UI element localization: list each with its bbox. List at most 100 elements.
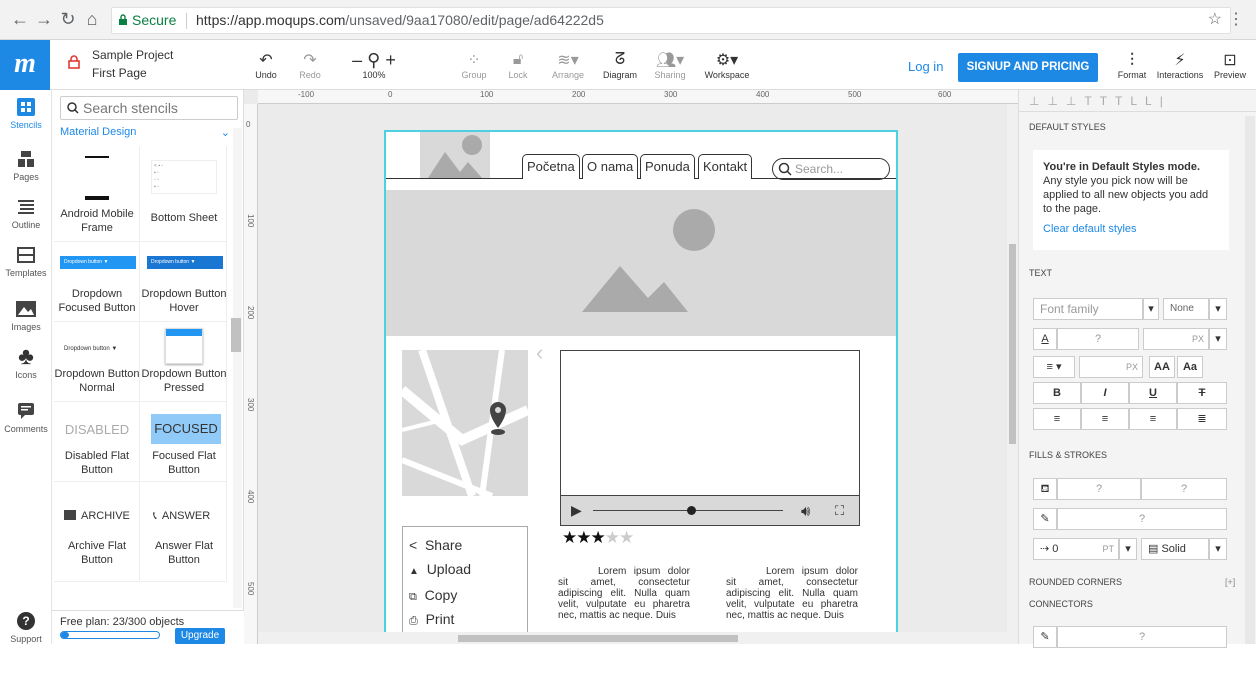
workspace-button[interactable]: ⚙▾ Workspace: [702, 50, 752, 80]
fill-color-value[interactable]: ?: [1057, 478, 1141, 500]
align-justify-icon[interactable]: ≣: [1177, 408, 1227, 430]
stencil-dropdown-hover[interactable]: Dropdown button ▼ Dropdown Button Hover: [141, 242, 227, 322]
address-bar[interactable]: Secure https://app.moqups.com/unsaved/9a…: [111, 7, 1231, 34]
browser-menu-icon[interactable]: ⋮: [1228, 9, 1244, 29]
video-player[interactable]: ▶ 🔊︎ ⛶: [560, 350, 860, 526]
rail-support[interactable]: ? Support: [0, 610, 52, 644]
preview-button[interactable]: ⊡ Preview: [1208, 50, 1252, 80]
back-icon[interactable]: ←: [10, 8, 30, 30]
lorem-paragraph-2[interactable]: Lorem ipsum dolor sit amet, consectetur …: [726, 566, 858, 621]
nav-tab-pocetna[interactable]: Početna: [522, 154, 580, 179]
canvas-vertical-scrollbar[interactable]: [1007, 104, 1018, 644]
share-item[interactable]: < Share: [409, 537, 462, 553]
align-center-icon[interactable]: ≡: [1081, 408, 1129, 430]
arrange-button[interactable]: ≋▾ Arrange: [546, 50, 590, 80]
stroke-width-input[interactable]: ⇢ 0 PT: [1033, 538, 1119, 560]
rail-icons[interactable]: ♣ Icons: [0, 343, 52, 380]
font-family-select[interactable]: Font family: [1033, 298, 1143, 320]
reload-icon[interactable]: ↻: [58, 8, 78, 30]
chevron-down-icon[interactable]: ▾: [1209, 538, 1227, 560]
stencil-search-input[interactable]: Search stencils: [60, 96, 238, 120]
play-icon[interactable]: ▶: [571, 502, 582, 519]
stroke-color-value[interactable]: ?: [1057, 508, 1227, 530]
clear-default-styles-link[interactable]: Clear default styles: [1043, 222, 1219, 236]
stroke-style-select[interactable]: ▤ Solid: [1141, 538, 1209, 560]
format-panel-scrollbar[interactable]: [1245, 116, 1255, 644]
rail-images[interactable]: Images: [0, 298, 52, 332]
bold-button[interactable]: B: [1033, 382, 1081, 404]
nav-tab-kontakt[interactable]: Kontakt: [698, 154, 753, 179]
stencil-focused-flat[interactable]: FOCUSED Focused Flat Button: [141, 402, 227, 482]
zoom-control[interactable]: – ⚲ +100%: [344, 50, 404, 81]
text-color-value[interactable]: ?: [1057, 328, 1139, 350]
stencil-bottom-sheet[interactable]: < ▪ ▫ ▪ ▫ ▫ ▫ ▪ ▫ Bottom Sheet: [141, 146, 227, 242]
library-select[interactable]: Material Design ⌄: [60, 126, 230, 139]
upgrade-button[interactable]: Upgrade: [175, 628, 225, 644]
seek-handle[interactable]: [687, 506, 696, 515]
strike-button[interactable]: T: [1177, 382, 1227, 404]
nav-tab-o-nama[interactable]: O nama: [582, 154, 639, 179]
rail-comments[interactable]: Comments: [0, 400, 52, 434]
format-button[interactable]: ⫶ Format: [1110, 50, 1154, 81]
interactions-button[interactable]: ⚡︎ Interactions: [1154, 50, 1206, 80]
rail-pages[interactable]: Pages: [0, 148, 52, 182]
stencils-scrollbar[interactable]: [233, 128, 242, 608]
stencil-disabled-flat[interactable]: DISABLED Disabled Flat Button: [54, 402, 140, 482]
font-weight-select[interactable]: None: [1163, 298, 1209, 320]
canvas[interactable]: -100 0 100 200 300 400 500 600 0 100 200…: [244, 90, 1018, 644]
login-link[interactable]: Log in: [908, 59, 943, 74]
home-icon[interactable]: ⌂: [82, 8, 102, 30]
map-placeholder[interactable]: [402, 350, 528, 496]
chevron-down-icon[interactable]: ▾: [1209, 298, 1227, 320]
rail-outline[interactable]: Outline: [0, 196, 52, 230]
italic-button[interactable]: I: [1081, 382, 1129, 404]
fullscreen-icon[interactable]: ⛶: [835, 503, 844, 519]
rail-templates[interactable]: Templates: [0, 244, 52, 278]
stencils-scroll-thumb[interactable]: [231, 318, 241, 352]
stroke-pen-icon[interactable]: ✎: [1033, 508, 1057, 530]
font-size-input[interactable]: PX: [1143, 328, 1209, 350]
connector-color-value[interactable]: ?: [1057, 626, 1227, 648]
chevron-down-icon[interactable]: ▾: [1143, 298, 1159, 320]
rounded-corners-add[interactable]: [+]: [1225, 577, 1235, 587]
diagram-button[interactable]: ᘔ Diagram: [598, 50, 642, 80]
align-right-icon[interactable]: ≡: [1129, 408, 1177, 430]
stencil-answer-flat[interactable]: 📞︎ ANSWER Answer Flat Button: [141, 482, 227, 582]
moqups-logo[interactable]: m: [0, 40, 50, 90]
header-logo-image[interactable]: [420, 132, 490, 178]
upload-item[interactable]: ▲ Upload: [409, 561, 471, 577]
text-color-icon[interactable]: A: [1033, 328, 1057, 350]
carousel-prev-icon[interactable]: ‹: [536, 340, 543, 366]
uppercase-button[interactable]: AA: [1149, 356, 1175, 378]
underline-button[interactable]: U: [1129, 382, 1177, 404]
align-left-icon[interactable]: ≡: [1033, 408, 1081, 430]
stencil-dropdown-pressed[interactable]: Dropdown Button Pressed: [141, 322, 227, 402]
stencil-archive-flat[interactable]: ARCHIVE Archive Flat Button: [54, 482, 140, 582]
redo-button[interactable]: ↷ Redo: [288, 50, 332, 80]
signup-button[interactable]: SIGNUP AND PRICING: [958, 53, 1098, 82]
lock-button[interactable]: 🔓︎ Lock: [496, 50, 540, 80]
nav-tab-ponuda[interactable]: Ponuda: [640, 154, 695, 179]
bookmark-star-icon[interactable]: ☆: [1208, 9, 1222, 29]
connector-pen-icon[interactable]: ✎: [1033, 626, 1057, 648]
smallcaps-button[interactable]: Aa: [1177, 356, 1203, 378]
line-spacing-icon[interactable]: ≡ ▾: [1033, 356, 1075, 378]
undo-button[interactable]: ↶ Undo: [244, 50, 288, 80]
lorem-paragraph-1[interactable]: Lorem ipsum dolor sit amet, consectetur …: [558, 566, 690, 621]
mockup-page[interactable]: Početna O nama Ponuda Kontakt Search... …: [384, 130, 898, 644]
print-item[interactable]: ⎙ Print: [409, 611, 454, 628]
chevron-down-icon[interactable]: ▾: [1209, 328, 1227, 350]
stencil-android-frame[interactable]: Android Mobile Frame: [54, 146, 140, 242]
star-rating[interactable]: ★★★★★: [562, 528, 634, 548]
hero-image[interactable]: [386, 190, 896, 336]
copy-item[interactable]: ⧉ Copy: [409, 587, 457, 604]
group-button[interactable]: ⁘ Group: [452, 50, 496, 80]
volume-icon[interactable]: 🔊︎: [801, 503, 810, 520]
letter-spacing-input[interactable]: PX: [1079, 356, 1143, 378]
fill-bucket-icon[interactable]: ⛾: [1033, 478, 1057, 500]
mockup-search-input[interactable]: Search...: [772, 158, 890, 180]
canvas-horizontal-scrollbar[interactable]: [258, 632, 1008, 644]
fill-opacity-value[interactable]: ?: [1141, 478, 1227, 500]
forward-icon[interactable]: →: [34, 8, 54, 30]
stencil-dropdown-normal[interactable]: Dropdown button ▼ Dropdown Button Normal: [54, 322, 140, 402]
